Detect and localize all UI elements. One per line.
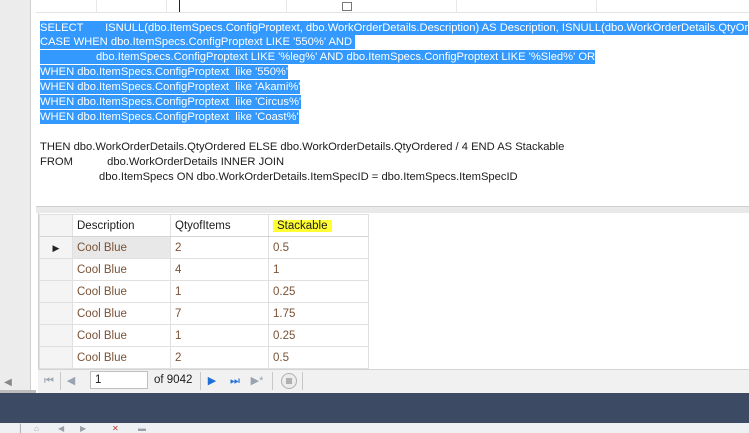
sql-line-7[interactable]: WHEN dbo.ItemSpecs.ConfigProptext like '… [40, 110, 299, 124]
delete-icon[interactable]: ✕ [112, 425, 119, 433]
grid-tick [286, 0, 287, 12]
cell-stackable[interactable]: 1.75 [268, 302, 369, 325]
toolbar-icon[interactable]: ▬ [138, 425, 146, 433]
new-row-icon[interactable]: ▶* [250, 373, 264, 389]
table-row[interactable]: Cool Blue 1 0.25 [39, 324, 369, 347]
table-row[interactable]: Cool Blue 1 0.25 [39, 280, 369, 303]
page-total-label: of 9042 [154, 374, 193, 386]
cell-stackable[interactable]: 0.5 [268, 236, 369, 259]
previous-page-icon[interactable]: ◀ [64, 373, 78, 389]
pane-toggle-icon[interactable] [342, 2, 352, 11]
row-selector[interactable]: ▶ [39, 236, 73, 259]
grid-tick [596, 0, 597, 12]
stop-icon[interactable] [281, 373, 297, 389]
cell-qtyofitems[interactable]: 7 [170, 302, 269, 325]
text-cursor [179, 0, 180, 12]
sql-line-2[interactable]: CASE WHEN dbo.ItemSpecs.ConfigProptext L… [40, 35, 356, 49]
cell-stackable[interactable]: 0.25 [268, 324, 369, 347]
scroll-left-icon[interactable]: ◀ [1, 376, 15, 390]
sql-line-1[interactable]: SELECT ISNULL(dbo.ItemSpecs.ConfigPropte… [40, 21, 749, 35]
cell-qtyofitems[interactable]: 4 [170, 258, 269, 281]
last-page-icon[interactable]: ⏭ [228, 373, 242, 389]
column-header-label-highlighted: Stackable [273, 219, 332, 232]
column-header-stackable[interactable]: Stackable [268, 214, 369, 237]
table-row[interactable]: Cool Blue 4 1 [39, 258, 369, 281]
sql-line-9[interactable]: FROM dbo.WorkOrderDetails INNER JOIN [40, 155, 284, 169]
nav-separator [272, 372, 273, 390]
row-selector[interactable] [39, 258, 73, 281]
cell-stackable[interactable]: 0.25 [268, 280, 369, 303]
column-header-qtyofitems[interactable]: QtyofItems [170, 214, 269, 237]
row-selector[interactable] [39, 346, 73, 369]
grid-tick [96, 0, 97, 12]
cell-description[interactable]: Cool Blue [72, 280, 171, 303]
nav-separator [60, 372, 61, 390]
first-page-icon[interactable]: ⏮ [42, 373, 56, 389]
cell-qtyofitems[interactable]: 2 [170, 236, 269, 259]
row-selector[interactable] [39, 280, 73, 303]
diagram-pane-edge [36, 0, 749, 13]
cell-stackable[interactable]: 1 [268, 258, 369, 281]
cell-qtyofitems[interactable]: 1 [170, 280, 269, 303]
row-header-corner[interactable] [39, 214, 73, 237]
nav-separator [302, 372, 303, 390]
cell-description[interactable]: Cool Blue [72, 324, 171, 347]
toolbar-icon[interactable]: ◀ [58, 425, 64, 433]
row-selector[interactable] [39, 324, 73, 347]
cell-stackable[interactable]: 0.5 [268, 346, 369, 369]
cell-description[interactable]: Cool Blue [72, 346, 171, 369]
sql-line-5[interactable]: WHEN dbo.ItemSpecs.ConfigProptext like '… [40, 80, 301, 94]
cell-description[interactable]: Cool Blue [72, 302, 171, 325]
grid-header-row: Description QtyofItems Stackable [39, 214, 369, 237]
window-status-band [0, 393, 749, 423]
toolbar-icon[interactable]: ⌂ [34, 425, 39, 433]
sql-line-8[interactable]: THEN dbo.WorkOrderDetails.QtyOrdered ELS… [40, 140, 564, 154]
pane-splitter[interactable] [36, 206, 749, 213]
cell-description[interactable]: Cool Blue [72, 236, 171, 259]
sql-line-4[interactable]: WHEN dbo.ItemSpecs.ConfigProptext like '… [40, 65, 289, 79]
sql-line-10[interactable]: dbo.ItemSpecs ON dbo.WorkOrderDetails.It… [40, 170, 518, 184]
cell-description[interactable]: Cool Blue [72, 258, 171, 281]
table-row[interactable]: Cool Blue 7 1.75 [39, 302, 369, 325]
current-row-icon: ▶ [52, 242, 60, 253]
toolbar-icon[interactable]: ▏ [20, 425, 26, 433]
sql-line-3[interactable]: dbo.ItemSpecs.ConfigProptext LIKE '%leg%… [40, 50, 596, 64]
column-header-label: QtyofItems [175, 219, 231, 232]
column-header-label: Description [77, 219, 135, 232]
toolbar-icon[interactable]: ▶ [80, 425, 86, 433]
results-grid: Description QtyofItems Stackable ▶ Cool … [39, 214, 369, 369]
table-row[interactable]: ▶ Cool Blue 2 0.5 [39, 236, 369, 259]
grid-tick [456, 0, 457, 12]
left-margin-strip [0, 0, 31, 393]
cell-qtyofitems[interactable]: 2 [170, 346, 269, 369]
grid-tick [166, 0, 167, 12]
column-header-description[interactable]: Description [72, 214, 171, 237]
row-selector[interactable] [39, 302, 73, 325]
cell-qtyofitems[interactable]: 1 [170, 324, 269, 347]
table-row[interactable]: Cool Blue 2 0.5 [39, 346, 369, 369]
page-number-input[interactable] [90, 371, 148, 389]
sql-line-6[interactable]: WHEN dbo.ItemSpecs.ConfigProptext like '… [40, 95, 302, 109]
nav-separator [200, 372, 201, 390]
next-page-icon[interactable]: ▶ [205, 373, 219, 389]
